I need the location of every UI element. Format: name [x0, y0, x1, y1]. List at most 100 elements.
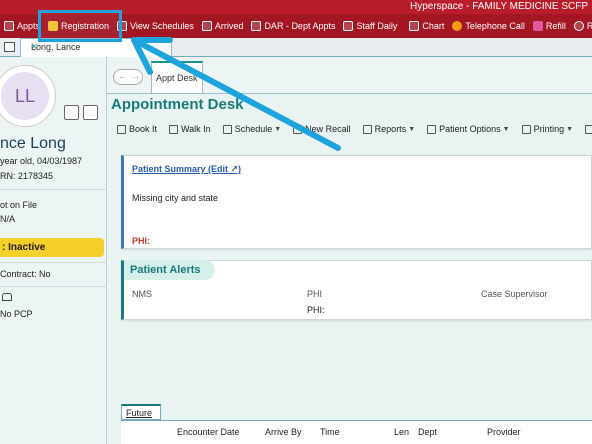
- toolbar-dar-button[interactable]: DAR - Dept Appts: [247, 14, 339, 38]
- tab-future-label: Future: [126, 408, 153, 418]
- reports-label: Reports: [374, 124, 407, 134]
- column-dept[interactable]: Dept: [418, 427, 437, 437]
- toolbar-chart-label: Chart: [422, 21, 445, 31]
- column-len[interactable]: Len: [394, 427, 409, 437]
- column-time[interactable]: Time: [320, 427, 340, 437]
- no-photo-icon[interactable]: [64, 105, 79, 120]
- summary-message: Missing city and state: [132, 193, 219, 203]
- care-team-icon: [2, 293, 12, 301]
- tab-appt-desk[interactable]: Appt Desk: [151, 61, 203, 95]
- calendar-icon: [222, 124, 232, 134]
- patient-name[interactable]: nce Long: [0, 135, 66, 153]
- staff-daily-icon: [343, 21, 354, 31]
- edit-photo-icon[interactable]: [83, 105, 98, 120]
- toolbar-view-schedules-label: View Schedules: [130, 21, 194, 31]
- printing-label: Printing: [533, 124, 565, 134]
- page-title: Appointment Desk: [111, 96, 244, 113]
- toolbar-refill-button[interactable]: Refill: [529, 14, 570, 38]
- printer-icon: [521, 124, 531, 134]
- toolbar-r-label: R: [586, 21, 592, 31]
- toolbar-telephone-button[interactable]: Telephone Call: [448, 14, 529, 38]
- column-encounter-date[interactable]: Encounter Date: [177, 427, 240, 437]
- phi-label: PHI:: [132, 236, 150, 246]
- coverage-label: ot on File: [0, 200, 38, 210]
- toolbar-staff-daily-button[interactable]: Staff Daily: [339, 14, 401, 38]
- activity-area: ← → Appt Desk Appointment Desk Book It W…: [107, 57, 592, 444]
- patient-alerts-card: Patient Alerts NMS PHI Case Supervisor P…: [121, 260, 592, 320]
- toolbar-dar-label: DAR - Dept Appts: [264, 21, 336, 31]
- desk-action-bar: Book It Walk In Schedule ▼ New Recall Re…: [117, 124, 592, 134]
- printing-menu-button[interactable]: Printing ▼: [521, 124, 574, 134]
- walking-person-icon: [169, 124, 179, 134]
- alert-column-nms: NMS: [132, 289, 152, 299]
- patient-icon: [427, 124, 437, 134]
- contract-status: Contract: No: [0, 269, 51, 279]
- reports-icon: [362, 124, 372, 134]
- grid-icon[interactable]: [4, 42, 15, 52]
- reports-menu-button[interactable]: Reports ▼: [362, 124, 416, 134]
- nav-arrows[interactable]: ← →: [113, 69, 143, 85]
- patient-summary-card: Patient Summary (Edit ↗) Missing city an…: [121, 155, 592, 249]
- toolbar-view-schedules-button[interactable]: View Schedules: [113, 14, 198, 38]
- chevron-down-icon: ▼: [566, 125, 574, 133]
- toolbar-appts-label: Appts: [17, 21, 41, 31]
- new-recall-label: New Recall: [305, 124, 351, 134]
- walk-in-label: Walk In: [181, 124, 211, 134]
- tab-appt-desk-label: Appt Desk: [156, 73, 198, 83]
- pc-menu-button[interactable]: PC: [585, 124, 592, 134]
- toolbar-chart-button[interactable]: Chart: [405, 14, 448, 38]
- toolbar-staff-daily-label: Staff Daily: [356, 21, 398, 31]
- column-provider[interactable]: Provider: [487, 427, 521, 437]
- patient-mrn: RN: 2178345: [0, 171, 54, 181]
- divider: [0, 262, 107, 263]
- new-recall-button[interactable]: New Recall: [293, 124, 351, 134]
- close-icon[interactable]: ×: [31, 41, 167, 53]
- chart-icon: [409, 21, 420, 31]
- pcp-value: No PCP: [0, 309, 33, 319]
- book-it-label: Book It: [129, 124, 158, 134]
- chevron-down-icon: ▼: [502, 125, 510, 133]
- chevron-down-icon: ▼: [274, 125, 282, 133]
- pc-icon: [585, 124, 592, 134]
- toolbar-refill-label: Refill: [545, 21, 566, 31]
- back-arrow-icon[interactable]: ←: [118, 70, 128, 84]
- telephone-icon: [452, 21, 463, 31]
- coverage-value: N/A: [0, 214, 16, 224]
- calendar-icon: [117, 124, 126, 134]
- walk-in-button[interactable]: Walk In: [169, 124, 211, 134]
- storyboard-icons: [64, 105, 98, 120]
- alert-column-case-supervisor: Case Supervisor: [481, 289, 548, 299]
- avatar-initials: LL: [1, 72, 49, 120]
- patient-options-label: Patient Options: [439, 124, 501, 134]
- window-title: Hyperspace - FAMILY MEDICINE SCFP: [409, 1, 588, 12]
- registration-highlight-box: [38, 10, 122, 42]
- tab-future[interactable]: Future: [121, 404, 161, 420]
- toolbar-telephone-label: Telephone Call: [465, 21, 525, 31]
- patient-age-dob: year old, 04/03/1987: [0, 156, 83, 166]
- alert-phi-value: PHI:: [307, 305, 325, 315]
- dept-appts-icon: [251, 21, 262, 31]
- toolbar-arrived-label: Arrived: [214, 21, 244, 31]
- encounters-table: Encounter Date Arrive By Time Len Dept P…: [121, 420, 592, 444]
- r-icon: [573, 21, 584, 31]
- forward-arrow-icon[interactable]: →: [131, 70, 141, 84]
- patient-storyboard: LL nce Long year old, 04/03/1987 RN: 217…: [0, 57, 107, 444]
- recall-icon: [293, 124, 303, 134]
- appointments-icon: [4, 21, 14, 31]
- avatar: LL: [0, 65, 56, 127]
- divider: [0, 189, 107, 190]
- column-arrive-by[interactable]: Arrive By: [265, 427, 302, 437]
- patient-summary-edit-link[interactable]: Patient Summary (Edit ↗): [132, 164, 241, 175]
- alert-column-phi: PHI: [307, 289, 323, 299]
- refill-icon: [532, 21, 543, 31]
- book-it-button[interactable]: Book It: [117, 124, 157, 134]
- divider: [0, 286, 107, 287]
- schedule-menu-button[interactable]: Schedule ▼: [222, 124, 282, 134]
- arrived-icon: [201, 21, 212, 31]
- patient-options-menu-button[interactable]: Patient Options ▼: [427, 124, 510, 134]
- patient-alerts-title: Patient Alerts: [124, 260, 215, 280]
- schedule-label: Schedule: [234, 124, 273, 134]
- chevron-down-icon: ▼: [408, 125, 416, 133]
- toolbar-r-button[interactable]: R: [570, 14, 592, 38]
- toolbar-arrived-button[interactable]: Arrived: [198, 14, 248, 38]
